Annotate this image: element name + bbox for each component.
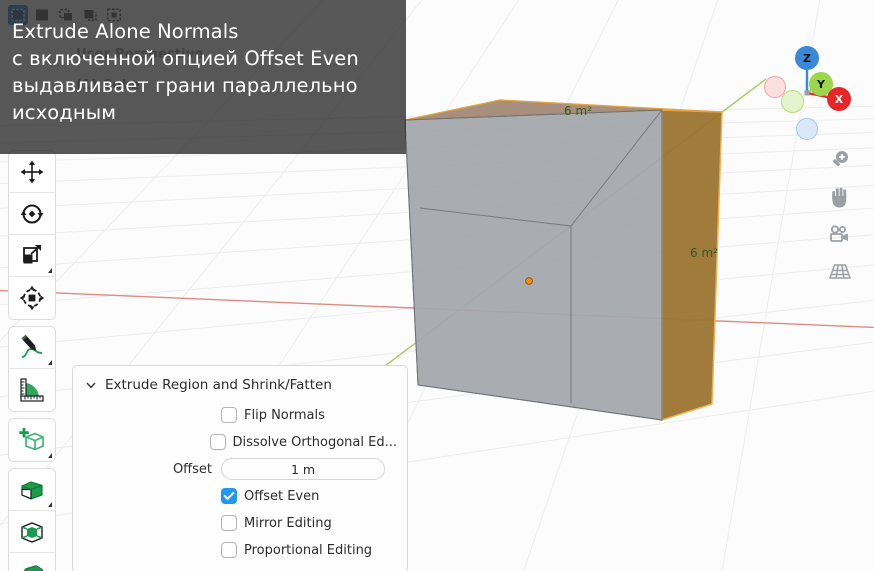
toolbar-group-add [8,418,56,462]
row-proportional-editing[interactable]: Proportional Editing [83,537,397,563]
cube-face-right-selected [661,109,723,422]
caption-line-1: Extrude Alone Normals [12,20,239,43]
navigation-gizmo[interactable]: Z Y X [752,38,862,148]
inset-faces-icon [21,521,43,543]
caption-line-2: с включенной опцией Offset Even [12,47,359,70]
bevel-icon [23,565,44,571]
tool-annotate-submenu-arrow[interactable] [48,360,52,365]
tool-extrude-region[interactable] [9,469,55,511]
hand-icon [832,187,847,208]
row-offset[interactable]: Offset 1 m [83,456,397,482]
blender-viewport-window: 6 m² 6 m² User Perspective (1) Cube [0,0,874,571]
gizmo-label-z: Z [803,51,811,65]
proportional-editing-checkbox[interactable] [221,542,237,558]
operator-redo-panel[interactable]: Extrude Region and Shrink/Fatten Flip No… [72,365,408,571]
caption-line-4: исходным [12,101,117,124]
tool-annotate[interactable] [9,327,55,369]
gizmo-ball-z-negative[interactable] [796,118,818,140]
mirror-editing-label: Mirror Editing [244,515,332,531]
tool-add-cube-submenu-arrow[interactable] [48,453,52,458]
transform-icon [19,285,45,311]
tool-transform[interactable] [9,277,55,319]
gizmo-ball-z-positive[interactable]: Z [795,46,819,70]
tool-measure[interactable] [9,369,55,411]
gizmo-ball-x-positive[interactable]: X [827,87,851,111]
proportional-editing-label: Proportional Editing [244,542,373,558]
gizmo-ball-y-negative[interactable] [781,90,804,113]
scale-icon [23,244,41,263]
caption-line-3: выдавливает грани параллельно [12,74,358,97]
move-icon [20,160,44,183]
zoom-icon [833,151,848,167]
offset-even-label: Offset Even [244,488,320,504]
camera-icon [830,225,848,242]
add-cube-icon [19,428,44,451]
object-origin-dot [525,277,533,285]
perspective-toggle-button[interactable] [826,257,854,285]
offset-label: Offset [172,461,212,477]
tool-bevel[interactable] [9,553,55,571]
tool-inset-faces[interactable] [9,511,55,553]
tool-scale-submenu-arrow[interactable] [48,268,52,273]
toolbar-group-annotate [8,326,56,412]
move-view-button[interactable] [826,183,854,211]
gizmo-label-x: X [834,92,844,106]
face-area-label-right: 6 m² [690,246,718,260]
tool-move[interactable] [9,151,55,193]
offset-number-field[interactable]: 1 m [221,458,385,480]
toolbar-group-mesh-edit [8,468,56,571]
camera-view-button[interactable] [826,220,854,248]
caption-overlay: Extrude Alone Normals с включенной опцие… [0,0,406,154]
operator-panel-title: Extrude Region and Shrink/Fatten [105,377,332,393]
row-flip-normals[interactable]: Flip Normals [83,402,397,428]
grid-perspective-icon [828,264,852,279]
tool-add-cube[interactable] [9,419,55,461]
viewport-nav-icons[interactable] [826,146,854,294]
tool-scale[interactable] [9,235,55,277]
mirror-editing-checkbox[interactable] [221,515,237,531]
toolbar-group-transform [8,150,56,320]
dissolve-orthogonal-edges-label: Dissolve Orthogonal Ed... [232,434,397,450]
operator-panel-header[interactable]: Extrude Region and Shrink/Fatten [83,374,397,402]
row-mirror-editing[interactable]: Mirror Editing [83,510,397,536]
rotate-icon [20,204,44,223]
tool-extrude-submenu-arrow[interactable] [48,502,52,507]
tool-rotate[interactable] [9,193,55,235]
measure-ruler-icon [20,378,44,402]
dissolve-orthogonal-edges-checkbox[interactable] [209,434,226,450]
offset-even-checkbox[interactable] [221,488,237,504]
face-area-label-top: 6 m² [564,104,592,118]
cube-face-front [404,109,663,421]
gizmo-label-y: Y [817,77,825,91]
extrude-region-icon [21,480,43,500]
flip-normals-checkbox[interactable] [221,407,237,423]
chevron-down-icon[interactable] [85,379,97,391]
left-toolbar[interactable] [8,150,56,571]
annotate-pencil-icon [21,334,43,358]
row-offset-even[interactable]: Offset Even [83,483,397,509]
zoom-view-button[interactable] [826,146,854,174]
row-dissolve-orthogonal-edges[interactable]: Dissolve Orthogonal Ed... [83,429,397,455]
flip-normals-label: Flip Normals [244,407,325,423]
